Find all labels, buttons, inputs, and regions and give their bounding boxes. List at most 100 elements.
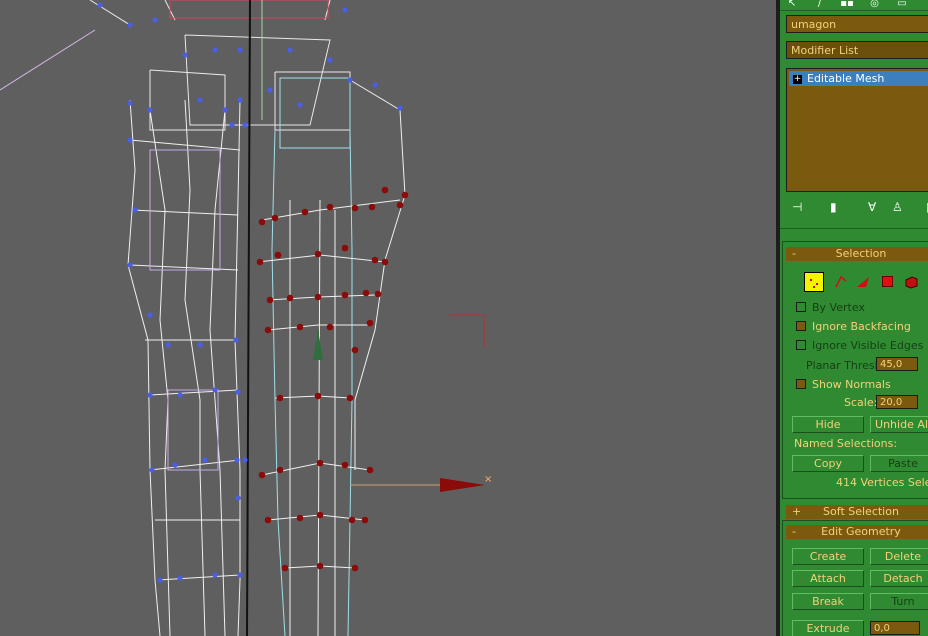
collapse-sign: - [792,247,796,260]
selected-vertex [351,204,359,212]
pin-icon[interactable]: ⊣ [792,200,802,214]
selected-vertices [256,186,409,572]
selection-status: 414 Vertices Selected [836,476,928,489]
vertex [347,77,353,83]
perspective-viewport[interactable]: × [0,0,776,636]
modify-tab-icon[interactable]: ∕ [812,0,828,9]
scale-spinner[interactable]: 20,0 [876,395,918,409]
selected-vertex [281,564,289,572]
vertex [397,105,403,111]
command-panel: ↖ ∕ ▪▪ ◎ ▭ umagon Modifier List + Editabl… [780,0,928,636]
planar-thresh-spinner[interactable]: 45,0 [876,357,918,371]
selected-vertex [381,186,389,194]
edge-icon[interactable] [834,275,848,289]
create-tab-icon[interactable]: ↖ [784,0,800,9]
selected-vertex [256,258,264,266]
vertex [234,457,240,463]
ignore-backfacing-checkbox[interactable] [796,321,806,331]
selected-vertex [314,293,322,301]
selected-vertex [351,564,359,572]
show-normals-checkbox[interactable] [796,379,806,389]
selected-vertex [264,326,272,334]
subobject-modes [804,272,928,294]
make-unique-icon[interactable]: ∀ [868,200,876,214]
vertex [212,47,218,53]
selected-vertex [371,256,379,264]
vertex [242,122,248,128]
polygon-icon[interactable] [882,276,893,287]
create-button[interactable]: Create [792,548,864,565]
detach-button[interactable]: Detach [870,570,928,587]
object-name-field[interactable]: umagon [786,15,928,33]
end-result-icon[interactable]: ▮ [830,200,837,214]
selected-vertex [271,214,279,222]
vertex [127,262,133,268]
move-gizmo-icon[interactable]: × [313,330,492,492]
extrude-button[interactable]: Extrude [792,620,864,636]
panel-tabs: ↖ ∕ ▪▪ ◎ ▭ [784,0,928,9]
attach-button[interactable]: Attach [792,570,864,587]
vertex [235,389,241,395]
ignore-visible-edges-checkbox[interactable] [796,340,806,350]
stack-item-editable-mesh[interactable]: + Editable Mesh [789,71,928,86]
vertex [149,467,155,473]
unhide-all-button[interactable]: Unhide All [870,416,928,433]
vertex [127,22,133,28]
face-icon[interactable] [856,275,870,289]
stack-item-label: Editable Mesh [807,72,885,85]
paste-button[interactable]: Paste [870,455,928,472]
modifier-stack[interactable]: + Editable Mesh [786,68,928,192]
edit-geometry-rollout-header[interactable]: - Edit Geometry [786,525,928,539]
selected-vertex [286,294,294,302]
soft-selection-rollout-header[interactable]: + Soft Selection [786,505,928,519]
vertex [242,457,248,463]
selected-vertex [258,218,266,226]
copy-button[interactable]: Copy [792,455,864,472]
selected-vertex [314,250,322,258]
selected-vertex [401,191,409,199]
vertex [237,97,243,103]
by-vertex-checkbox[interactable] [796,302,806,312]
vertex [237,47,243,53]
selected-vertex [362,289,370,297]
remove-modifier-icon[interactable]: ♙ [892,200,903,214]
expand-icon[interactable]: + [793,74,802,84]
svg-text:×: × [484,474,492,485]
selected-vertex [366,319,374,327]
vertex [235,495,241,501]
vertex [147,392,153,398]
delete-button[interactable]: Delete [870,548,928,565]
show-normals-label: Show Normals [812,378,891,391]
ignore-backfacing-label: Ignore Backfacing [812,320,911,333]
vertex [165,342,171,348]
selection-rollout-header[interactable]: - Selection [786,247,928,261]
hide-button[interactable]: Hide [792,416,864,433]
vertex [287,47,293,53]
selected-vertex [264,516,272,524]
vertex [132,207,138,213]
by-vertex-label: By Vertex [812,301,865,314]
selected-vertex [368,203,376,211]
extrude-spinner[interactable]: 0,0 [870,621,920,635]
turn-button[interactable]: Turn [870,593,928,610]
selected-vertex [341,244,349,252]
modifier-list-dropdown[interactable]: Modifier List [786,41,928,59]
vertex [197,342,203,348]
break-button[interactable]: Break [792,593,864,610]
selected-vertex [296,514,304,522]
motion-tab-icon[interactable]: ◎ [867,0,883,9]
selected-vertex [346,394,354,402]
vertex [152,17,158,23]
display-tab-icon[interactable]: ▭ [894,0,910,9]
wireframe-mesh[interactable]: × [0,0,776,636]
selected-vertex [296,323,304,331]
selected-vertex [348,516,356,524]
selected-vertex [381,258,389,266]
selected-vertex [396,201,404,209]
element-icon[interactable] [904,275,918,289]
selected-vertex [258,471,266,479]
vertex-icon[interactable] [804,272,824,292]
hierarchy-tab-icon[interactable]: ▪▪ [839,0,855,9]
vertex [372,82,378,88]
vertex [327,57,333,63]
